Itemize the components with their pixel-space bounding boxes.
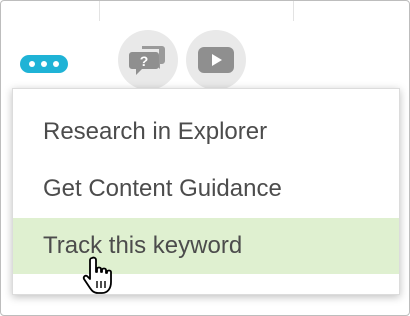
popup-frame: ? Research in Explorer Get Content Guida… — [0, 0, 410, 316]
play-video-icon — [198, 47, 234, 73]
dot-icon — [41, 61, 47, 67]
toolbar: ? — [1, 1, 409, 90]
dot-icon — [29, 61, 35, 67]
help-chat-button[interactable]: ? — [118, 30, 178, 90]
more-options-button[interactable] — [20, 55, 68, 73]
svg-text:?: ? — [140, 53, 149, 69]
menu-item-label: Get Content Guidance — [43, 175, 282, 202]
video-button[interactable] — [186, 30, 246, 90]
menu-item-research-in-explorer[interactable]: Research in Explorer — [13, 104, 399, 160]
divider — [293, 1, 294, 21]
dot-icon — [53, 61, 59, 67]
question-chat-icon: ? — [129, 46, 165, 75]
menu-item-label: Track this keyword — [43, 232, 243, 259]
dropdown-menu: Research in Explorer Get Content Guidanc… — [12, 88, 400, 295]
menu-item-get-content-guidance[interactable]: Get Content Guidance — [13, 161, 399, 217]
menu-item-label: Research in Explorer — [43, 118, 268, 145]
menu-item-track-this-keyword[interactable]: Track this keyword — [13, 218, 399, 274]
divider — [99, 1, 100, 21]
